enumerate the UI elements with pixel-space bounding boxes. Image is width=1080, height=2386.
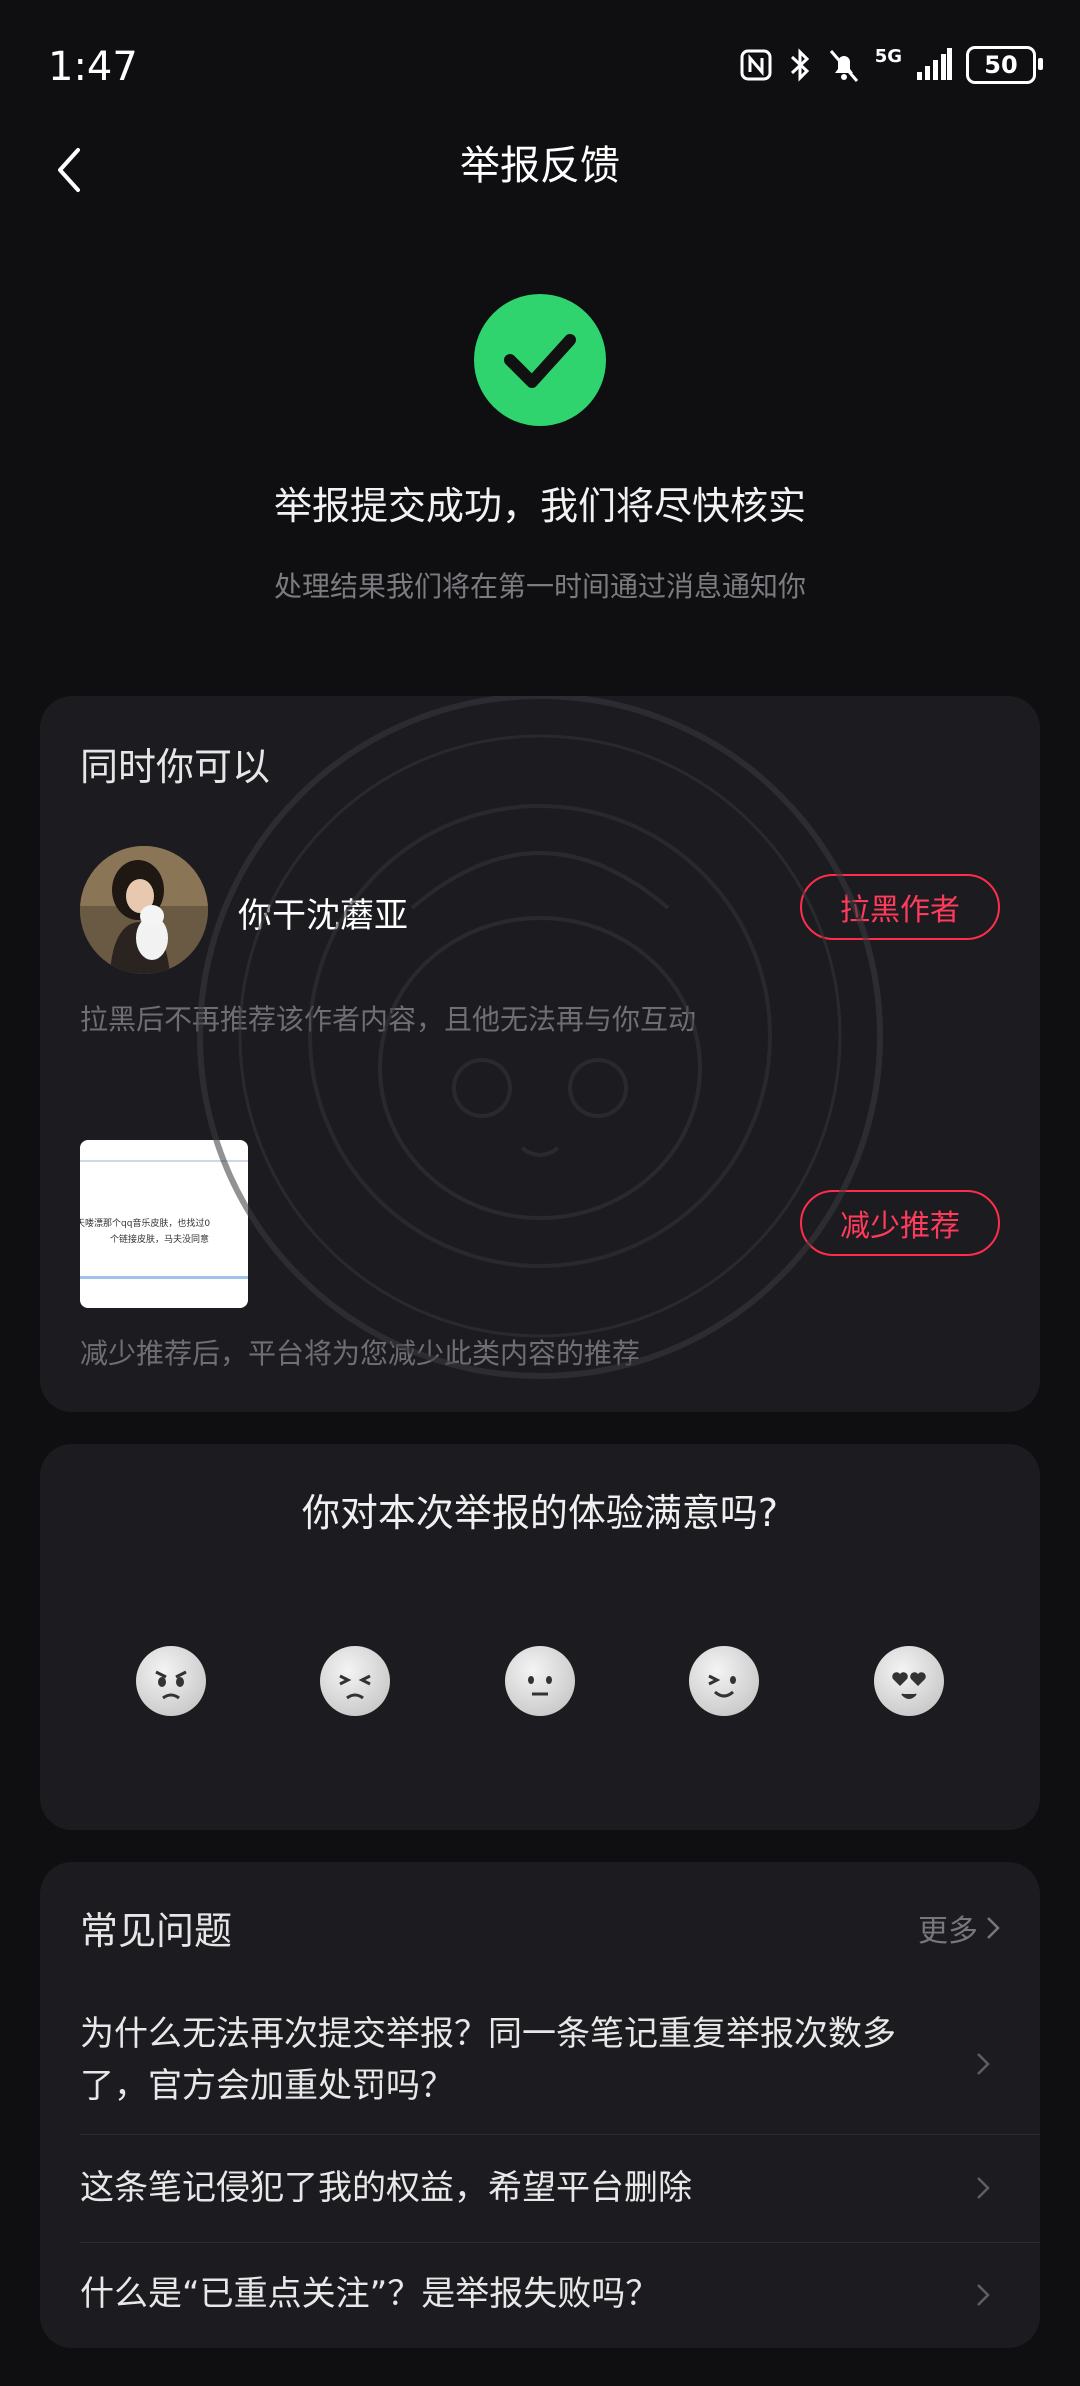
nfc-icon	[740, 49, 772, 81]
rating-sad-icon[interactable]	[320, 1646, 390, 1716]
chevron-right-icon	[977, 2177, 990, 2199]
page-title: 举报反馈	[460, 143, 620, 189]
faq-item[interactable]: 为什么无法再次提交举报？同一条笔记重复举报次数多了，官方会加重处罚吗？	[80, 1994, 1040, 2135]
signal-icon	[917, 48, 952, 80]
status-time: 1:47	[48, 44, 138, 90]
mute-bell-icon	[829, 50, 858, 82]
chevron-right-icon	[977, 2284, 990, 2306]
battery-icon: 50	[966, 46, 1043, 84]
rating-angry-icon[interactable]	[136, 1646, 206, 1716]
survey-question: 你对本次举报的体验满意吗?	[301, 1491, 779, 1535]
battery-level: 50	[984, 51, 1018, 79]
status-icons: 5G 50	[739, 46, 1043, 84]
cat-seal-watermark-icon	[197, 696, 883, 1379]
actions-card: 同时你可以 你干沈蘑亚 拉黑作者 拉黑后不再推荐该作者内容，且他无法再与你互动 …	[40, 696, 1040, 1412]
faq-item-text: 什么是“已重点关注”？是举报失败吗？	[80, 2274, 660, 2314]
faq-title: 常见问题	[80, 1909, 233, 1953]
status-bar: 1:47 5G 50	[0, 0, 1080, 140]
reduce-recommend-button[interactable]: 减少推荐	[800, 1190, 1000, 1256]
nav-bar: 举报反馈	[0, 140, 1080, 250]
rating-happy-icon[interactable]	[689, 1646, 759, 1716]
reduce-hint: 减少推荐后，平台将为您减少此类内容的推荐	[80, 1337, 641, 1370]
actions-title: 同时你可以	[80, 745, 271, 789]
rating-neutral-icon[interactable]	[505, 1646, 575, 1716]
faq-item-text: 为什么无法再次提交举报？同一条笔记重复举报次数多了，官方会加重处罚吗？	[80, 2014, 896, 2106]
success-headline: 举报提交成功，我们将尽快核实	[273, 484, 806, 528]
rating-love-icon[interactable]	[874, 1646, 944, 1716]
success-subline: 处理结果我们将在第一时间通过消息通知你	[273, 570, 806, 603]
faq-more-link[interactable]: 更多	[918, 1906, 1000, 1950]
bluetooth-icon	[790, 48, 809, 82]
network-label: 5G	[874, 46, 902, 67]
note-thumbnail[interactable]: 天喽漂那个qq音乐皮肤，也找过0 个链接皮肤，马夫没同意	[80, 1140, 248, 1308]
author-avatar[interactable]	[80, 846, 208, 974]
survey-card: 你对本次举报的体验满意吗?	[40, 1444, 1040, 1830]
block-author-button[interactable]: 拉黑作者	[800, 874, 1000, 940]
chevron-right-icon	[987, 1917, 1000, 1939]
faq-card: 常见问题 更多 为什么无法再次提交举报？同一条笔记重复举报次数多了，官方会加重处…	[40, 1862, 1040, 2348]
block-hint: 拉黑后不再推荐该作者内容，且他无法再与你互动	[80, 1003, 697, 1036]
thumb-line-2: 个链接皮肤，马夫没同意	[110, 1235, 210, 1245]
faq-item[interactable]: 什么是“已重点关注”？是举报失败吗？	[80, 2242, 1040, 2348]
success-check-icon	[474, 294, 606, 426]
faq-item[interactable]: 这条笔记侵犯了我的权益，希望平台删除	[80, 2134, 1040, 2243]
faq-more-label: 更多	[918, 1914, 978, 1949]
thumb-line-1: 天喽漂那个qq音乐皮肤，也找过0	[80, 1219, 211, 1229]
chevron-right-icon	[977, 2053, 990, 2075]
author-name: 你干沈蘑亚	[238, 896, 408, 936]
faq-item-text: 这条笔记侵犯了我的权益，希望平台删除	[80, 2168, 692, 2208]
